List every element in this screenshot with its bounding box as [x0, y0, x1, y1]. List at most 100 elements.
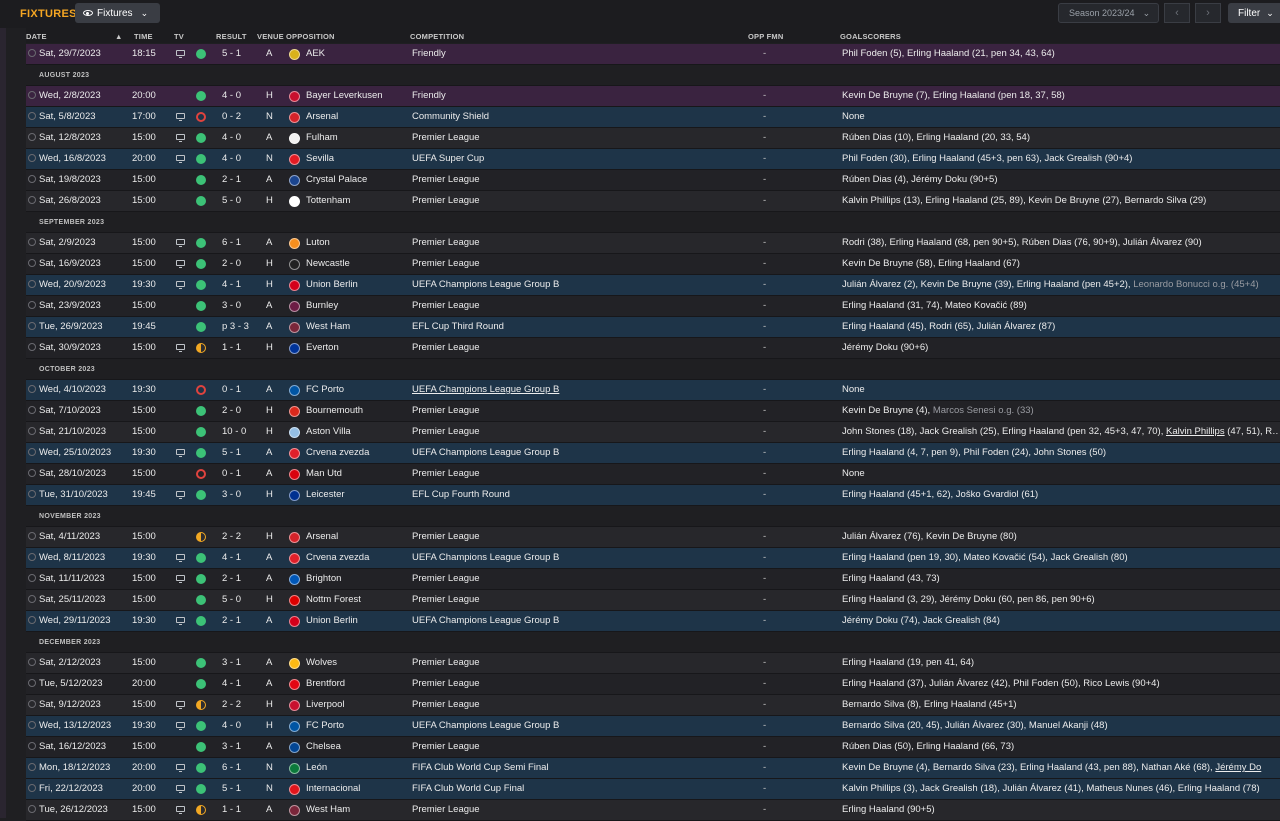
fixture-row[interactable]: Sat, 12/8/2023 15:00 4 - 0 A Fulham Premier L…: [26, 128, 1280, 149]
fixture-row[interactable]: Wed, 13/12/2023 19:30 4 - 0 H FC Porto UEFA C…: [26, 716, 1280, 737]
fixture-score[interactable]: 0 - 1: [222, 468, 256, 480]
fixture-score[interactable]: 2 - 1: [222, 615, 256, 627]
fixture-score[interactable]: 4 - 0: [222, 90, 256, 102]
column-result[interactable]: RESULT: [216, 32, 247, 41]
opposition-link[interactable]: Chelsea: [306, 741, 341, 753]
opposition-link[interactable]: Arsenal: [306, 111, 338, 123]
fixture-score[interactable]: 3 - 1: [222, 741, 256, 753]
competition-link[interactable]: Premier League: [412, 405, 480, 417]
competition-link[interactable]: Premier League: [412, 132, 480, 144]
fixture-row[interactable]: Wed, 2/8/2023 20:00 4 - 0 H Bayer Leverkusen…: [26, 86, 1280, 107]
opposition-link[interactable]: Brentford: [306, 678, 345, 690]
competition-link[interactable]: Premier League: [412, 237, 480, 249]
fixture-row[interactable]: Sat, 25/11/2023 15:00 5 - 0 H Nottm Forest Pr…: [26, 590, 1280, 611]
opposition-link[interactable]: Nottm Forest: [306, 594, 361, 606]
fixture-row[interactable]: Wed, 8/11/2023 19:30 4 - 1 A Crvena zvezda UE…: [26, 548, 1280, 569]
fixture-row[interactable]: Sat, 16/9/2023 15:00 2 - 0 H Newcastle Premie…: [26, 254, 1280, 275]
fixture-score[interactable]: 5 - 0: [222, 594, 256, 606]
fixture-row[interactable]: Wed, 25/10/2023 19:30 5 - 1 A Crvena zvezda U…: [26, 443, 1280, 464]
fixture-row[interactable]: Sat, 9/12/2023 15:00 2 - 2 H Liverpool Premie…: [26, 695, 1280, 716]
opposition-link[interactable]: Internacional: [306, 783, 360, 795]
opposition-link[interactable]: Tottenham: [306, 195, 350, 207]
competition-link[interactable]: Premier League: [412, 342, 480, 354]
fixture-row[interactable]: Sat, 4/11/2023 15:00 2 - 2 H Arsenal Premier …: [26, 527, 1280, 548]
opposition-link[interactable]: FC Porto: [306, 720, 344, 732]
competition-link[interactable]: Premier League: [412, 300, 480, 312]
competition-link[interactable]: Premier League: [412, 531, 480, 543]
fixture-score[interactable]: 2 - 1: [222, 573, 256, 585]
competition-link[interactable]: Premier League: [412, 258, 480, 270]
fixture-row[interactable]: Sat, 2/9/2023 15:00 6 - 1 A Luton Premier Lea…: [26, 233, 1280, 254]
opposition-link[interactable]: Fulham: [306, 132, 338, 144]
column-competition[interactable]: COMPETITION: [410, 32, 464, 41]
opposition-link[interactable]: Aston Villa: [306, 426, 351, 438]
competition-link[interactable]: UEFA Champions League Group B: [412, 384, 559, 396]
filter-button[interactable]: Filter ⌄: [1228, 3, 1280, 23]
fixture-score[interactable]: 6 - 1: [222, 237, 256, 249]
previous-button[interactable]: ‹: [1164, 3, 1190, 23]
fixture-row[interactable]: Sat, 21/10/2023 15:00 10 - 0 H Aston Villa Pr…: [26, 422, 1280, 443]
fixture-row[interactable]: Sat, 19/8/2023 15:00 2 - 1 A Crystal Palace P…: [26, 170, 1280, 191]
player-link[interactable]: Jérémy Do: [1215, 762, 1261, 773]
competition-link[interactable]: Premier League: [412, 195, 480, 207]
fixture-score[interactable]: 2 - 0: [222, 258, 256, 270]
opposition-link[interactable]: Crvena zvezda: [306, 447, 369, 459]
fixture-row[interactable]: Sat, 11/11/2023 15:00 2 - 1 A Brighton Premie…: [26, 569, 1280, 590]
column-date[interactable]: DATE: [26, 32, 47, 41]
opposition-link[interactable]: West Ham: [306, 804, 350, 816]
competition-link[interactable]: Premier League: [412, 174, 480, 186]
competition-link[interactable]: Friendly: [412, 48, 446, 60]
fixture-score[interactable]: 5 - 0: [222, 195, 256, 207]
fixture-score[interactable]: 2 - 2: [222, 531, 256, 543]
fixture-score[interactable]: 4 - 0: [222, 153, 256, 165]
fixture-score[interactable]: 4 - 1: [222, 279, 256, 291]
fixture-row[interactable]: Sat, 26/8/2023 15:00 5 - 0 H Tottenham Premie…: [26, 191, 1280, 212]
fixture-score[interactable]: p 3 - 3: [222, 321, 256, 333]
fixture-row[interactable]: Wed, 4/10/2023 19:30 0 - 1 A FC Porto UEFA Ch…: [26, 380, 1280, 401]
fixture-score[interactable]: 3 - 0: [222, 489, 256, 501]
opposition-link[interactable]: Union Berlin: [306, 279, 358, 291]
fixture-row[interactable]: Wed, 16/8/2023 20:00 4 - 0 N Sevilla UEFA Sup…: [26, 149, 1280, 170]
fixture-row[interactable]: Sat, 29/7/2023 18:15 5 - 1 A AEK Friendly - Phi…: [26, 44, 1280, 65]
competition-link[interactable]: UEFA Champions League Group B: [412, 615, 559, 627]
column-opp-fmn[interactable]: OPP FMN: [748, 32, 783, 41]
fixture-score[interactable]: 4 - 1: [222, 552, 256, 564]
competition-link[interactable]: UEFA Champions League Group B: [412, 447, 559, 459]
fixture-row[interactable]: Sat, 2/12/2023 15:00 3 - 1 A Wolves Premier L…: [26, 653, 1280, 674]
fixture-score[interactable]: 0 - 1: [222, 384, 256, 396]
competition-link[interactable]: Community Shield: [412, 111, 489, 123]
fixture-row[interactable]: Sat, 16/12/2023 15:00 3 - 1 A Chelsea Premier…: [26, 737, 1280, 758]
fixture-score[interactable]: 2 - 1: [222, 174, 256, 186]
fixture-score[interactable]: 1 - 1: [222, 342, 256, 354]
opposition-link[interactable]: León: [306, 762, 327, 774]
competition-link[interactable]: Friendly: [412, 90, 446, 102]
fixture-row[interactable]: Sat, 7/10/2023 15:00 2 - 0 H Bournemouth Prem…: [26, 401, 1280, 422]
fixture-score[interactable]: 1 - 1: [222, 804, 256, 816]
competition-link[interactable]: UEFA Champions League Group B: [412, 720, 559, 732]
opposition-link[interactable]: Crvena zvezda: [306, 552, 369, 564]
fixture-row[interactable]: Sat, 5/8/2023 17:00 0 - 2 N Arsenal Community…: [26, 107, 1280, 128]
column-venue[interactable]: VENUE: [257, 32, 284, 41]
competition-link[interactable]: FIFA Club World Cup Final: [412, 783, 524, 795]
fixture-row[interactable]: Wed, 29/11/2023 19:30 2 - 1 A Union Berlin UE…: [26, 611, 1280, 632]
opposition-link[interactable]: Man Utd: [306, 468, 342, 480]
fixture-score[interactable]: 3 - 1: [222, 657, 256, 669]
next-button[interactable]: ›: [1195, 3, 1221, 23]
fixture-row[interactable]: Fri, 22/12/2023 20:00 5 - 1 N Internacional F…: [26, 779, 1280, 800]
opposition-link[interactable]: West Ham: [306, 321, 350, 333]
fixture-row[interactable]: Tue, 5/12/2023 20:00 4 - 1 A Brentford Premie…: [26, 674, 1280, 695]
fixture-score[interactable]: 5 - 1: [222, 783, 256, 795]
fixture-row[interactable]: Sat, 23/9/2023 15:00 3 - 0 A Burnley Premier …: [26, 296, 1280, 317]
column-tv[interactable]: TV: [174, 32, 184, 41]
fixture-score[interactable]: 2 - 2: [222, 699, 256, 711]
opposition-link[interactable]: Burnley: [306, 300, 338, 312]
season-selector[interactable]: Season 2023/24 ⌄: [1058, 3, 1159, 23]
fixture-score[interactable]: 4 - 0: [222, 720, 256, 732]
column-time[interactable]: TIME: [134, 32, 153, 41]
competition-link[interactable]: Premier League: [412, 678, 480, 690]
opposition-link[interactable]: Wolves: [306, 657, 337, 669]
opposition-link[interactable]: Newcastle: [306, 258, 350, 270]
opposition-link[interactable]: Luton: [306, 237, 330, 249]
fixture-score[interactable]: 5 - 1: [222, 48, 256, 60]
column-opposition[interactable]: OPPOSITION: [286, 32, 335, 41]
